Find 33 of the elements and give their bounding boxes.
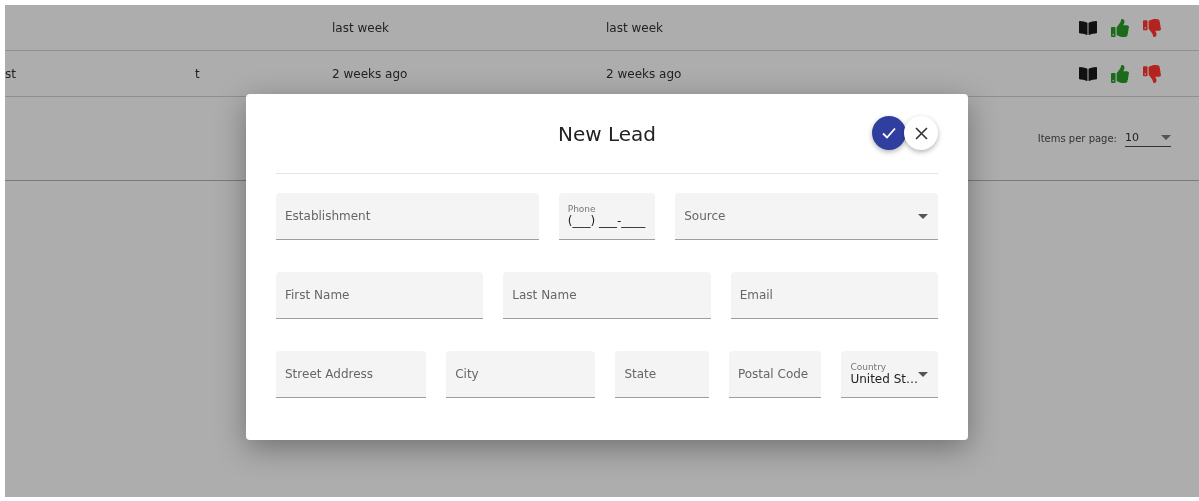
input-field[interactable]: Phone (___) ___-____: [558, 193, 656, 240]
book-icon[interactable]: [1079, 64, 1097, 83]
table-cell-text: 2 weeks ago: [332, 66, 409, 81]
thumbs-down-icon[interactable]: [1143, 64, 1161, 83]
table-cell-text: last week: [606, 20, 664, 35]
input-field[interactable]: Establishment: [276, 193, 539, 240]
check-icon: [881, 125, 897, 141]
close-button[interactable]: [904, 116, 938, 150]
dropdown-caret-icon: [1161, 134, 1171, 140]
table-cell-text: t: [195, 66, 201, 81]
dialog-title: New Lead: [558, 121, 656, 146]
select-field[interactable]: Source: [675, 193, 938, 240]
dropdown-caret-icon: [918, 213, 928, 219]
book-icon[interactable]: [1079, 18, 1097, 37]
input-field[interactable]: Street Address: [276, 351, 427, 398]
input-field[interactable]: Last Name: [503, 272, 711, 319]
input-field[interactable]: Email: [730, 272, 938, 319]
input-field[interactable]: City: [446, 351, 596, 398]
input-field[interactable]: First Name: [276, 272, 484, 319]
table-cell-text: 2 weeks ago: [606, 66, 683, 81]
table-cell-text: last week: [332, 20, 390, 35]
thumbs-up-icon[interactable]: [1111, 64, 1129, 83]
table-cell-text: st: [5, 66, 17, 81]
thumbs-down-icon[interactable]: [1143, 18, 1161, 37]
items-per-page-label: Items per page:: [1037, 133, 1117, 144]
input-field[interactable]: State: [615, 351, 709, 398]
items-per-page-select[interactable]: 10: [1125, 130, 1171, 147]
input-field[interactable]: Postal Code: [728, 351, 822, 398]
thumbs-up-icon[interactable]: [1111, 18, 1129, 37]
confirm-button[interactable]: [872, 116, 906, 150]
close-icon: [914, 126, 928, 140]
select-field[interactable]: Country United St…: [841, 351, 938, 398]
dropdown-caret-icon: [918, 371, 928, 377]
